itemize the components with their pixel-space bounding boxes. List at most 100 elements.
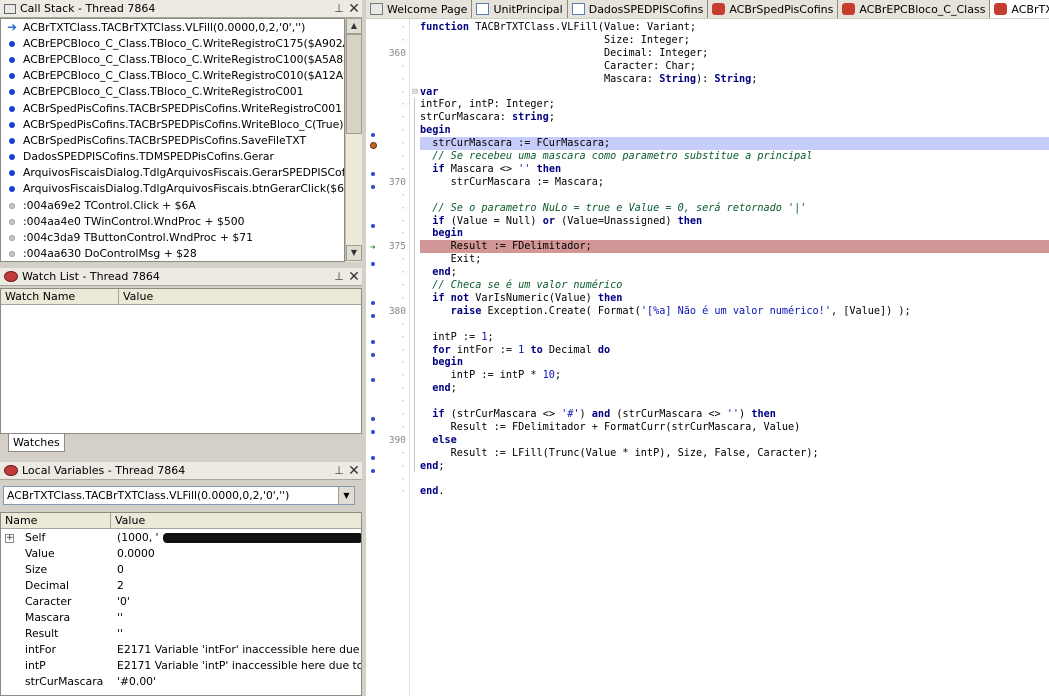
local-variable-row[interactable]: intP E2171 Variable 'intP' inaccessible h…: [1, 657, 361, 673]
code-line[interactable]: · strCurMascara := FCurMascara;: [366, 137, 1049, 151]
call-stack-frame[interactable]: :004aa630 DoControlMsg + $28: [1, 246, 344, 261]
scroll-thumb[interactable]: [346, 34, 362, 134]
line-number: 375: [388, 241, 406, 253]
call-stack-frame[interactable]: ACBrEPCBloco_C_Class.TBloco_C.WriteRegis…: [1, 84, 344, 100]
pin-icon[interactable]: ⊥: [332, 2, 346, 15]
code-line[interactable]: · begin: [366, 227, 1049, 240]
code-line[interactable]: ·: [366, 473, 1049, 486]
code-line[interactable]: · Mascara: String): String;: [366, 73, 1049, 86]
column-header-name[interactable]: Name: [1, 513, 111, 528]
call-stack-frame[interactable]: ACBrEPCBloco_C_Class.TBloco_C.WriteRegis…: [1, 51, 344, 67]
code-line[interactable]: · end;: [366, 382, 1049, 395]
locals-grid[interactable]: Name Value + Self (1000, ' Value 0.0000 Size 0…: [0, 512, 362, 696]
tab-acbrspedpiscofins[interactable]: ACBrSpedPisCofins: [708, 0, 839, 18]
tab-dadosspedpiscofins[interactable]: DadosSPEDPISCofins: [567, 0, 709, 18]
column-header-watch-name[interactable]: Watch Name: [1, 289, 119, 304]
code-line[interactable]: · // Checa se é um valor numérico: [366, 279, 1049, 292]
code-line[interactable]: ·: [366, 395, 1049, 408]
local-variable-value-text: '0': [117, 594, 130, 608]
call-stack-frame[interactable]: ArquivosFiscaisDialog.TdlgArquivosFiscai…: [1, 181, 344, 197]
code-line[interactable]: · intFor, intP: Integer;: [366, 98, 1049, 111]
call-stack-frame[interactable]: ACBrEPCBloco_C_Class.TBloco_C.WriteRegis…: [1, 68, 344, 84]
code-line[interactable]: · begin: [366, 356, 1049, 369]
local-variable-row[interactable]: Value 0.0000: [1, 545, 361, 561]
local-variable-name: intFor: [1, 643, 111, 656]
call-stack-frame[interactable]: ACBrSpedPisCofins.TACBrSPEDPisCofins.Wri…: [1, 116, 344, 132]
code-line[interactable]: · if Mascara <> '' then: [366, 163, 1049, 176]
watch-list-panel: Watch List - Thread 7864 ⊥ ✕ Watch Name …: [0, 268, 362, 454]
code-line[interactable]: 380 raise Exception.Create( Format('[%a]…: [366, 305, 1049, 318]
tab-acbrtxtclass[interactable]: ACBrTXTClass: [990, 0, 1049, 18]
close-icon[interactable]: ✕: [346, 463, 362, 479]
code-line[interactable]: · if not VarIsNumeric(Value) then: [366, 292, 1049, 305]
call-stack-scrollbar[interactable]: ▲ ▼: [345, 18, 362, 262]
code-line[interactable]: · begin: [366, 124, 1049, 138]
code-line[interactable]: · Caracter: Char;: [366, 60, 1049, 73]
code-line[interactable]: · end;: [366, 266, 1049, 279]
code-line[interactable]: 360 Decimal: Integer;: [366, 47, 1049, 60]
call-stack-frame[interactable]: ACBrEPCBloco_C_Class.TBloco_C.WriteRegis…: [1, 35, 344, 51]
code-line[interactable]: · intP := intP * 10;: [366, 369, 1049, 383]
call-stack-frame[interactable]: :004c3da9 TButtonControl.WndProc + $71: [1, 229, 344, 245]
scroll-down-icon[interactable]: ▼: [346, 245, 362, 261]
call-stack-list[interactable]: ➜ ACBrTXTClass.TACBrTXTClass.VLFill(0.000…: [0, 18, 345, 262]
line-number: 390: [388, 434, 406, 446]
code-editor[interactable]: · function TACBrTXTClass.VLFill(Value: Va…: [366, 19, 1049, 696]
code-line[interactable]: · Result := FDelimitador + FormatCurr(st…: [366, 421, 1049, 434]
tab-watches[interactable]: Watches: [8, 434, 65, 452]
call-stack-frame[interactable]: ACBrSpedPisCofins.TACBrSPEDPisCofins.Sav…: [1, 132, 344, 148]
local-variable-row[interactable]: strCurMascara '#0.00': [1, 673, 361, 689]
watch-grid[interactable]: Watch Name Value: [0, 288, 362, 434]
local-variable-row[interactable]: Size 0: [1, 561, 361, 577]
pin-icon[interactable]: ⊥: [332, 270, 346, 283]
code-line[interactable]: · Size: Integer;: [366, 34, 1049, 47]
code-line[interactable]: · end.: [366, 485, 1049, 498]
code-line[interactable]: · ⊟ var: [366, 86, 1049, 99]
call-stack-frame[interactable]: DadosSPEDPISCofins.TDMSPEDPisCofins.Gera…: [1, 149, 344, 165]
code-line[interactable]: ·: [366, 189, 1049, 202]
call-stack-frame[interactable]: :004a69e2 TControl.Click + $6A: [1, 197, 344, 213]
code-line[interactable]: · // Se o parametro NuLo = true e Value …: [366, 202, 1049, 215]
code-line[interactable]: · if (Value = Null) or (Value=Unassigned…: [366, 215, 1049, 228]
call-stack-frame[interactable]: :004aa4e0 TWinControl.WndProc + $500: [1, 213, 344, 229]
code-line[interactable]: 370 strCurMascara := Mascara;: [366, 176, 1049, 189]
tab-acbrepcbloco-c-class[interactable]: ACBrEPCBloco_C_Class: [838, 0, 991, 18]
expand-icon[interactable]: +: [5, 533, 14, 543]
code-line[interactable]: · function TACBrTXTClass.VLFill(Value: Va…: [366, 21, 1049, 34]
chevron-down-icon[interactable]: ▼: [338, 487, 354, 504]
code-line[interactable]: · end;: [366, 460, 1049, 473]
code-text: end;: [420, 460, 445, 472]
local-variable-row[interactable]: Caracter '0': [1, 593, 361, 609]
call-stack-frame[interactable]: ➜ ACBrTXTClass.TACBrTXTClass.VLFill(0.000…: [1, 19, 344, 35]
code-line[interactable]: · strCurMascara: string;: [366, 111, 1049, 124]
code-line[interactable]: · Result := LFill(Trunc(Value * intP), S…: [366, 447, 1049, 460]
column-header-value[interactable]: Value: [111, 513, 361, 528]
code-line[interactable]: · if (strCurMascara <> '#') and (strCurM…: [366, 408, 1049, 421]
line-number: ·: [400, 112, 406, 124]
tab-welcome-page[interactable]: Welcome Page: [366, 0, 473, 18]
local-variable-row[interactable]: + Self (1000, ': [1, 529, 361, 545]
tab-unitprincipal[interactable]: UnitPrincipal: [472, 0, 568, 18]
pin-icon[interactable]: ⊥: [332, 464, 346, 477]
code-line[interactable]: · intP := 1;: [366, 331, 1049, 344]
column-header-value[interactable]: Value: [119, 289, 361, 304]
local-variable-row[interactable]: intFor E2171 Variable 'intFor' inaccessib…: [1, 641, 361, 657]
code-line[interactable]: 390 else: [366, 434, 1049, 447]
call-stack-frame-label: :004aa630 DoControlMsg + $28: [23, 247, 197, 261]
code-line[interactable]: · for intFor := 1 to Decimal do: [366, 344, 1049, 357]
close-icon[interactable]: ✕: [346, 269, 362, 285]
scroll-up-icon[interactable]: ▲: [346, 18, 362, 34]
local-variable-row[interactable]: Decimal 2: [1, 577, 361, 593]
local-variable-row[interactable]: Result '': [1, 625, 361, 641]
call-stack-frame[interactable]: ACBrSpedPisCofins.TACBrSPEDPisCofins.Wri…: [1, 100, 344, 116]
code-line[interactable]: ➜ 375 Result := FDelimitador;: [366, 240, 1049, 254]
fold-toggle-icon[interactable]: ⊟: [410, 86, 420, 99]
code-line[interactable]: · Exit;: [366, 253, 1049, 267]
local-variable-row[interactable]: Mascara '': [1, 609, 361, 625]
frame-select[interactable]: ACBrTXTClass.TACBrTXTClass.VLFill(0.0000…: [3, 486, 355, 505]
line-number: ·: [400, 163, 406, 175]
call-stack-frame[interactable]: ArquivosFiscaisDialog.TdlgArquivosFiscai…: [1, 165, 344, 181]
code-line[interactable]: · // Se recebeu uma mascara como paramet…: [366, 150, 1049, 163]
close-icon[interactable]: ✕: [346, 1, 362, 17]
code-line[interactable]: ·: [366, 318, 1049, 331]
